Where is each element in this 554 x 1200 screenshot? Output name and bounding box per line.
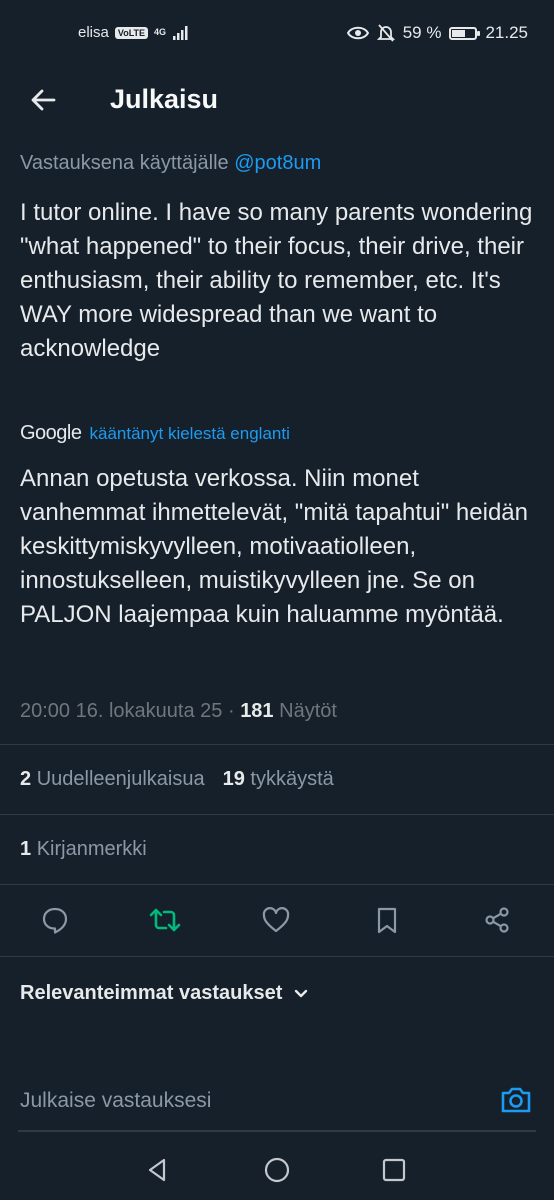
nav-recents-button[interactable]: [374, 1150, 414, 1190]
replies-sort-label: Relevanteimmat vastaukset: [20, 982, 283, 1004]
post-translated-text: Annan opetusta verkossa. Niin monet vanh…: [20, 465, 528, 628]
reposts-stat[interactable]: 2 Uudelleenjulkaisua: [20, 768, 205, 791]
likes-count: 19: [222, 768, 245, 790]
share-button[interactable]: [477, 895, 517, 945]
divider: [0, 744, 554, 745]
status-right: 59 % 21.25: [346, 23, 528, 43]
triangle-back-icon: [148, 1158, 166, 1182]
repost-icon: [149, 908, 181, 932]
translation-attribution: Google kääntänyt kielestä englanti: [20, 422, 290, 445]
system-nav-bar: [0, 1136, 554, 1200]
reposts-count: 2: [20, 768, 32, 790]
network-type: 4G: [154, 27, 167, 37]
post-meta: 20:00 16. lokakuuta 25 · 181 Näytöt: [20, 700, 337, 723]
post-timestamp[interactable]: 20:00 16. lokakuuta 25: [20, 700, 222, 722]
share-icon: [485, 907, 509, 933]
bookmark-stats: 1 Kirjanmerkki: [20, 838, 147, 861]
reply-mention-link[interactable]: @pot8um: [234, 152, 321, 174]
views-label: Näytöt: [279, 700, 337, 722]
engagement-stats: 2 Uudelleenjulkaisua 19 tykkäystä: [20, 768, 334, 791]
camera-button[interactable]: [498, 1082, 534, 1118]
like-button[interactable]: [256, 895, 296, 945]
bookmark-button[interactable]: [367, 895, 407, 945]
divider: [0, 956, 554, 957]
replies-sort-selector[interactable]: Relevanteimmat vastaukset: [20, 982, 310, 1005]
status-left: elisa VoLTE 4G: [78, 24, 190, 41]
bookmarks-stat[interactable]: 1 Kirjanmerkki: [20, 838, 147, 861]
views-count: 181: [240, 700, 274, 722]
reply-icon: [42, 907, 68, 934]
back-arrow-icon: [31, 89, 56, 111]
eye-icon: [346, 26, 369, 40]
reply-context: Vastauksena käyttäjälle @pot8um: [20, 152, 321, 175]
battery-icon: [449, 26, 481, 40]
like-icon: [262, 907, 290, 933]
post-original-text: I tutor online. I have so many parents w…: [20, 199, 533, 362]
volte-badge: VoLTE: [114, 26, 149, 39]
circle-home-icon: [264, 1157, 290, 1183]
status-bar: elisa VoLTE 4G 59 % 21.25: [0, 0, 554, 64]
reply-composer: [0, 1070, 554, 1132]
meta-separator: ·: [227, 700, 235, 722]
likes-label: tykkäystä: [250, 768, 334, 790]
camera-icon: [501, 1087, 531, 1113]
divider: [0, 884, 554, 885]
reply-input[interactable]: [18, 1080, 482, 1122]
square-recents-icon: [382, 1158, 406, 1182]
repost-button[interactable]: [145, 895, 185, 945]
bookmark-icon: [377, 907, 397, 934]
likes-stat[interactable]: 19 tykkäystä: [223, 768, 334, 791]
reply-prefix: Vastauksena käyttäjälle: [20, 152, 229, 174]
page-title: Julkaisu: [110, 84, 219, 114]
reposts-label: Uudelleenjulkaisua: [36, 768, 205, 790]
signal-icon: [173, 25, 188, 40]
mute-bell-icon: [376, 24, 395, 42]
chevron-down-icon: [295, 989, 308, 997]
action-bar: [0, 895, 554, 945]
bookmarks-count: 1: [20, 838, 32, 860]
composer-underline: [18, 1130, 536, 1132]
clock: 21.25: [485, 23, 528, 42]
translated-from-link[interactable]: kääntänyt kielestä englanti: [90, 424, 290, 444]
back-button[interactable]: [26, 82, 62, 118]
google-logo: Google: [20, 422, 82, 444]
battery-percent: 59 %: [402, 23, 442, 42]
bookmarks-label: Kirjanmerkki: [36, 838, 147, 860]
divider: [0, 814, 554, 815]
nav-back-button[interactable]: [138, 1150, 178, 1190]
top-bar: Julkaisu: [0, 64, 554, 136]
carrier-name: elisa: [78, 24, 109, 41]
reply-button[interactable]: [35, 895, 75, 945]
nav-home-button[interactable]: [257, 1150, 297, 1190]
